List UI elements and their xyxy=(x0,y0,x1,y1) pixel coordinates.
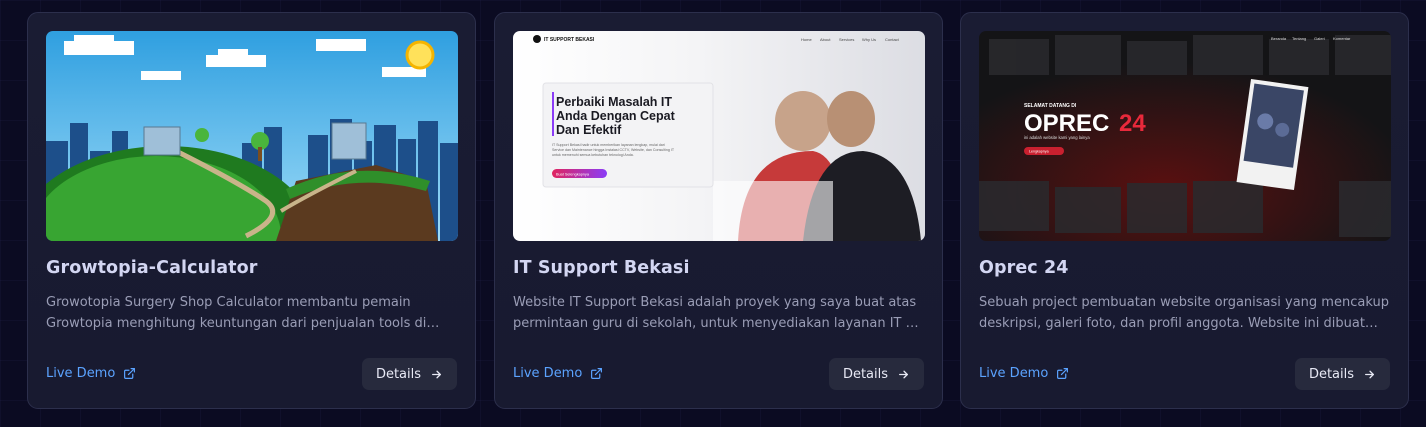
preview-cta: Buat Selengkapnya xyxy=(556,173,590,177)
preview-headline: Anda Dengan Cepat xyxy=(556,109,676,123)
live-demo-label: Live Demo xyxy=(46,366,116,381)
project-description: Sebuah project pembuatan website organis… xyxy=(979,295,1389,331)
project-title: Growtopia-Calculator xyxy=(46,258,258,278)
preview-brand: IT SUPPORT BEKASI xyxy=(544,37,595,43)
external-link-icon xyxy=(591,368,603,379)
preview-nav-item: Galeri xyxy=(1314,36,1325,41)
project-thumbnail[interactable] xyxy=(46,31,458,241)
preview-title-white: OPREC xyxy=(1024,110,1109,137)
preview-welcome: SELAMAT DATANG DI xyxy=(1024,103,1077,109)
project-title: IT Support Bekasi xyxy=(513,258,690,278)
details-button[interactable]: Details xyxy=(362,358,457,390)
preview-title-red: 24 xyxy=(1119,110,1146,137)
arrow-right-icon xyxy=(1365,370,1374,378)
live-demo-link[interactable]: Live Demo xyxy=(979,366,1069,381)
preview-headline: Perbaiki Masalah IT xyxy=(556,95,672,109)
details-label: Details xyxy=(842,366,889,382)
preview-nav-item: Contact xyxy=(885,37,900,42)
arrow-right-icon xyxy=(432,370,441,378)
project-card: Beranda Tentang Galeri Komentar SELAMAT … xyxy=(960,12,1409,409)
project-thumbnail[interactable]: Beranda Tentang Galeri Komentar SELAMAT … xyxy=(979,31,1391,241)
preview-cta: Lengkapnya xyxy=(1029,150,1049,154)
details-button[interactable]: Details xyxy=(1295,358,1390,390)
details-label: Details xyxy=(1308,366,1355,382)
live-demo-label: Live Demo xyxy=(513,366,583,381)
preview-nav-item: Beranda xyxy=(1271,36,1287,41)
live-demo-link[interactable]: Live Demo xyxy=(513,366,603,381)
oprec-preview-image: Beranda Tentang Galeri Komentar SELAMAT … xyxy=(979,31,1391,241)
project-card: Growtopia-Calculator Growotopia Surgery … xyxy=(27,12,476,409)
preview-nav-item: Home xyxy=(801,37,812,42)
arrow-right-icon xyxy=(899,370,908,378)
details-label: Details xyxy=(375,366,422,382)
preview-body: untuk memenuhi semua kebutuhan teknologi… xyxy=(552,153,634,157)
details-button[interactable]: Details xyxy=(829,358,924,390)
project-card: IT SUPPORT BEKASI Home About Services Wh… xyxy=(494,12,943,409)
project-title: Oprec 24 xyxy=(979,258,1069,278)
preview-nav-item: Why Us xyxy=(862,37,876,42)
preview-nav-item: Services xyxy=(839,37,854,42)
preview-body: Service dan Maintenance hingga Instalasi… xyxy=(552,148,675,152)
it-support-preview-image: IT SUPPORT BEKASI Home About Services Wh… xyxy=(513,31,925,241)
project-thumbnail[interactable]: IT SUPPORT BEKASI Home About Services Wh… xyxy=(513,31,925,241)
project-description: Website IT Support Bekasi adalah proyek … xyxy=(513,295,918,331)
preview-nav-item: About xyxy=(820,37,831,42)
preview-nav-item: Komentar xyxy=(1333,36,1351,41)
growtopia-preview-image xyxy=(46,31,458,241)
preview-nav-item: Tentang xyxy=(1292,36,1306,41)
external-link-icon xyxy=(1057,368,1069,379)
project-description: Growotopia Surgery Shop Calculator memba… xyxy=(46,295,427,331)
preview-headline: Dan Efektif xyxy=(556,123,622,137)
live-demo-link[interactable]: Live Demo xyxy=(46,366,136,381)
live-demo-label: Live Demo xyxy=(979,366,1049,381)
preview-body: IT Support Bekasi hadir untuk memberikan… xyxy=(552,143,665,147)
external-link-icon xyxy=(124,368,136,379)
preview-subtitle: ini adalah website kami yang lainya xyxy=(1024,135,1090,140)
